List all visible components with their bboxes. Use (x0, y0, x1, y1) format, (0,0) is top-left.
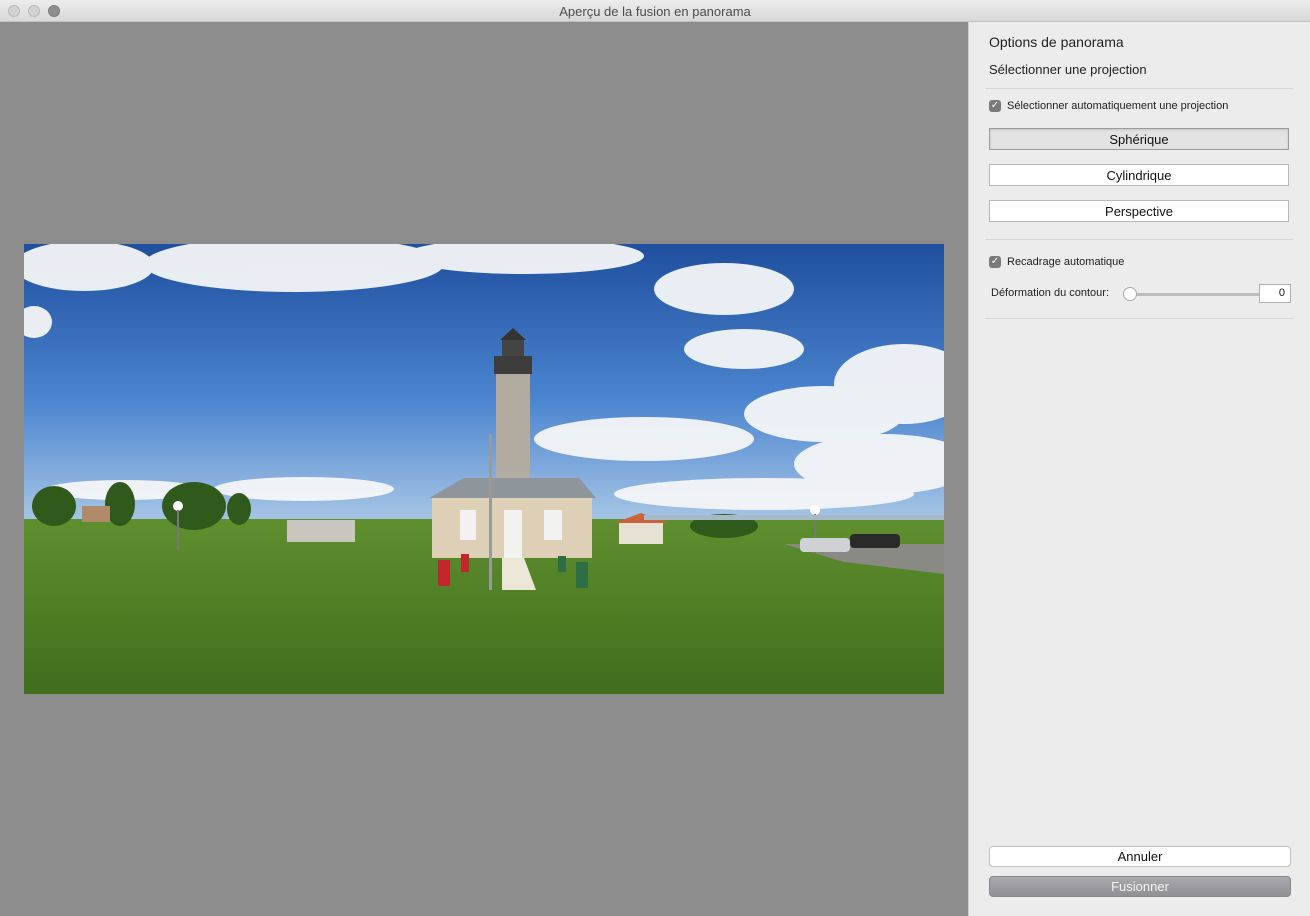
preview-area (0, 22, 968, 916)
boundary-warp-slider-track[interactable] (1131, 293, 1273, 296)
window-title: Aperçu de la fusion en panorama (559, 4, 751, 19)
auto-crop-label: Recadrage automatique (1007, 256, 1125, 268)
panorama-preview-image (24, 244, 944, 694)
panel-title: Options de panorama (989, 34, 1124, 50)
title-bar: Aperçu de la fusion en panorama (0, 0, 1310, 22)
boundary-warp-label: Déformation du contour: (991, 287, 1110, 299)
divider (985, 88, 1293, 89)
auto-projection-label: Sélectionner automatiquement une project… (1007, 100, 1229, 112)
projection-cylindrical-button[interactable]: Cylindrique (989, 164, 1289, 186)
checkmark-icon: ✓ (989, 256, 1001, 268)
auto-crop-checkbox[interactable]: ✓ Recadrage automatique (989, 256, 1124, 268)
panorama-illustration (24, 244, 944, 694)
divider (985, 239, 1293, 240)
projection-spherical-button[interactable]: Sphérique (989, 128, 1289, 150)
divider (985, 318, 1293, 319)
cancel-button[interactable]: Annuler (989, 846, 1291, 867)
checkmark-icon: ✓ (989, 100, 1001, 112)
options-sidebar: Options de panorama Sélectionner une pro… (968, 22, 1310, 916)
projection-perspective-button[interactable]: Perspective (989, 200, 1289, 222)
auto-projection-checkbox[interactable]: ✓ Sélectionner automatiquement une proje… (989, 100, 1228, 112)
boundary-warp-row: Déformation du contour: 0 (991, 284, 1291, 304)
boundary-warp-slider-handle[interactable] (1123, 287, 1137, 301)
projection-heading: Sélectionner une projection (989, 62, 1147, 77)
merge-button[interactable]: Fusionner (989, 876, 1291, 897)
boundary-warp-value-field[interactable]: 0 (1259, 284, 1291, 303)
